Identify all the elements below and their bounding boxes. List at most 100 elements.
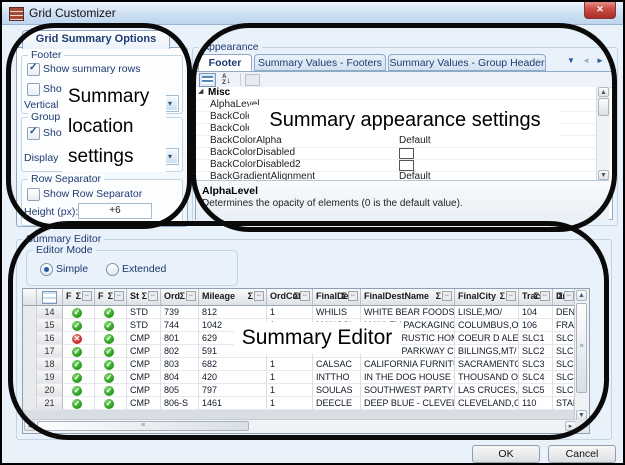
color-swatch[interactable]	[399, 160, 414, 171]
scroll-up-icon[interactable]: ▲	[576, 290, 587, 301]
status-cell[interactable]: ✓	[63, 371, 95, 384]
alphabetical-sort-icon[interactable]: AZ ↓	[218, 73, 235, 87]
grid-column-header-finaldestname[interactable]: FinalDestNameΣ↔	[361, 289, 455, 306]
row-number-cell[interactable]: 18	[37, 358, 63, 371]
status-cell[interactable]: ✓	[63, 384, 95, 397]
row-number-cell[interactable]: 15	[37, 319, 63, 332]
grid-cell[interactable]: 682	[199, 358, 267, 371]
grid-column-header-finaldes[interactable]: FinalDesΣ↔	[313, 289, 361, 306]
tab-grid-summary-options[interactable]: Grid Summary Options	[22, 30, 170, 49]
grid-column-header-ordcnt[interactable]: OrdCntΣ↔	[267, 289, 313, 306]
row-indicator-cell[interactable]	[23, 397, 37, 410]
summary-pin-icon[interactable]: ↔	[254, 291, 264, 301]
status-cell[interactable]: ✓	[95, 319, 127, 332]
extended-radio[interactable]	[106, 263, 119, 276]
grid-cell[interactable]: CLEVELAND,OH/	[455, 397, 519, 410]
close-button[interactable]: ✕	[584, 2, 616, 19]
row-indicator-cell[interactable]	[23, 358, 37, 371]
status-cell[interactable]: ✕	[63, 332, 95, 345]
grid-cell[interactable]: STD	[127, 306, 161, 319]
grid-cell[interactable]: SACRAMENTO,C...	[455, 358, 519, 371]
grid-cell[interactable]: SLC4	[519, 371, 553, 384]
summary-pin-icon[interactable]: ↔	[82, 291, 92, 301]
grid-column-header-finalcity[interactable]: FinalCityΣ↔	[455, 289, 519, 306]
row-indicator-cell[interactable]	[23, 345, 37, 358]
row-indicator-cell[interactable]	[23, 384, 37, 397]
grid-cell[interactable]: 806-S	[161, 397, 199, 410]
scroll-down-icon[interactable]: ▼	[598, 170, 609, 180]
sigma-summary-icon[interactable]: Σ	[180, 291, 185, 301]
grid-column-header-f[interactable]: FΣ↔	[63, 289, 95, 306]
summary-pin-icon[interactable]: ↔	[114, 291, 124, 301]
row-number-cell[interactable]: 17	[37, 345, 63, 358]
grid-cell[interactable]: THOUSAND OA...	[455, 371, 519, 384]
property-row[interactable]: BackGradientAlignmentDefault	[196, 171, 596, 180]
grid-cell[interactable]: CMP	[127, 332, 161, 345]
sigma-summary-icon[interactable]: Σ	[342, 291, 347, 301]
grid-cell[interactable]: CMP	[127, 371, 161, 384]
grid-cell[interactable]: LAS CRUCES,NM/	[455, 384, 519, 397]
summary-pin-icon[interactable]: ↔	[300, 291, 310, 301]
grid-cell[interactable]: SOULAS	[313, 384, 361, 397]
grid-cell[interactable]: 744	[161, 319, 199, 332]
grid-cell[interactable]: SLC3	[519, 358, 553, 371]
summary-pin-icon[interactable]: ↔	[540, 291, 550, 301]
scroll-up-icon[interactable]: ▲	[598, 87, 609, 97]
status-cell[interactable]: ✓	[63, 319, 95, 332]
status-cell[interactable]: ✓	[95, 358, 127, 371]
grid-cell[interactable]: 805	[161, 384, 199, 397]
property-grid-vscrollbar[interactable]: ▲ ▼	[596, 87, 610, 180]
grid-column-header-f[interactable]: FΣ↔	[95, 289, 127, 306]
sigma-summary-icon[interactable]: Σ	[500, 291, 505, 301]
status-cell[interactable]: ✓	[95, 397, 127, 410]
status-cell[interactable]: ✓	[63, 345, 95, 358]
height-input[interactable]: +6	[78, 203, 152, 219]
sigma-summary-icon[interactable]: Σ	[558, 291, 563, 301]
row-number-cell[interactable]: 19	[37, 371, 63, 384]
grid-cell[interactable]: 106	[519, 319, 553, 332]
row-indicator-cell[interactable]	[23, 332, 37, 345]
row-number-cell[interactable]: 14	[37, 306, 63, 319]
grid-cell[interactable]: SLC2	[519, 345, 553, 358]
grid-cell[interactable]: DEEP BLUE - CLEVELAND	[361, 397, 455, 410]
sigma-summary-icon[interactable]: Σ	[248, 291, 253, 301]
row-indicator-cell[interactable]	[23, 371, 37, 384]
tab-scroll-right-icon[interactable]: ►	[596, 56, 604, 65]
show-summary-rows-checkbox[interactable]	[27, 63, 40, 76]
grid-cell[interactable]: CMP	[127, 345, 161, 358]
grid-column-header-tract[interactable]: TractΣ↔	[519, 289, 553, 306]
grid-cell[interactable]: 802	[161, 345, 199, 358]
grid-cell[interactable]: CMP	[127, 358, 161, 371]
customize-grid-icon[interactable]	[42, 291, 57, 304]
appearance-tab-summary-values-footers[interactable]: Summary Values - Footers	[254, 54, 386, 71]
group-show-checkbox[interactable]	[27, 127, 40, 140]
grid-cell[interactable]: IN THE DOG HOUSE Q...	[361, 371, 455, 384]
status-cell[interactable]: ✓	[63, 306, 95, 319]
tab-scroll-left-icon[interactable]: ◄	[582, 56, 590, 65]
grid-cell[interactable]: SLC1	[519, 332, 553, 345]
sigma-summary-icon[interactable]: Σ	[108, 291, 113, 301]
show-row-separator-checkbox[interactable]	[27, 188, 40, 201]
grid-cell[interactable]: 104	[519, 306, 553, 319]
grid-column-header-mileage[interactable]: MileageΣ↔	[199, 289, 267, 306]
grid-cell[interactable]: 1	[267, 384, 313, 397]
grid-cell[interactable]: 801	[161, 332, 199, 345]
grid-selector-header[interactable]	[37, 289, 63, 306]
color-swatch[interactable]	[399, 148, 414, 159]
status-cell[interactable]: ✓	[95, 306, 127, 319]
cancel-button[interactable]: Cancel	[548, 445, 616, 463]
grid-cell[interactable]: SLC5	[519, 384, 553, 397]
grid-cell[interactable]: WHITE BEAR FOODS	[361, 306, 455, 319]
ok-button[interactable]: OK	[472, 445, 540, 463]
row-number-cell[interactable]: 21	[37, 397, 63, 410]
grid-cell[interactable]: 739	[161, 306, 199, 319]
row-indicator-cell[interactable]	[23, 319, 37, 332]
summary-pin-icon[interactable]: ↔	[348, 291, 358, 301]
summary-pin-icon[interactable]: ↔	[148, 291, 158, 301]
sigma-summary-icon[interactable]: Σ	[142, 291, 147, 301]
scroll-thumb[interactable]	[598, 98, 609, 116]
grid-cell[interactable]: 110	[519, 397, 553, 410]
grid-column-header-ord[interactable]: OrdΣ↔	[161, 289, 199, 306]
grid-column-header-st[interactable]: StΣ↔	[127, 289, 161, 306]
status-cell[interactable]: ✓	[95, 384, 127, 397]
